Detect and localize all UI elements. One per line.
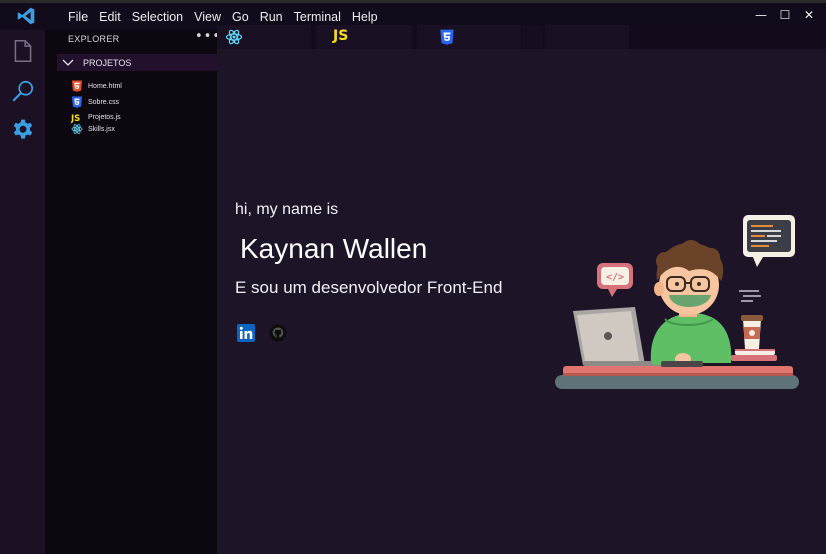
tab-projetos-js[interactable]: JS (316, 25, 412, 49)
css3-icon (72, 96, 82, 108)
tab-empty[interactable] (545, 25, 629, 49)
svg-text:</>: </> (606, 272, 624, 283)
maximize-button[interactable]: ☐ (778, 7, 792, 23)
minimize-button[interactable]: — (754, 7, 768, 23)
menu-go[interactable]: Go (232, 10, 249, 24)
file-item-skills-jsx[interactable]: Skills.jsx (71, 123, 115, 135)
tab-sobre-css[interactable] (417, 25, 521, 49)
menu-file[interactable]: File (68, 10, 88, 24)
react-icon (225, 29, 243, 45)
explorer-sidebar: EXPLORER ••• PROJETOS Home.html Sobre.cs… (45, 29, 220, 554)
developer-name: Kaynan Wallen (240, 233, 428, 264)
vscode-logo-icon (17, 7, 35, 25)
file-item-sobre-css[interactable]: Sobre.css (71, 96, 119, 108)
role-text: E sou um desenvolvedor Front-End (235, 278, 503, 297)
explorer-title: EXPLORER (68, 34, 120, 44)
file-label: Projetos.js (88, 113, 121, 121)
files-icon[interactable] (10, 38, 36, 64)
search-icon[interactable] (10, 78, 36, 104)
file-item-home-html[interactable]: Home.html (71, 80, 122, 92)
settings-gear-icon[interactable] (10, 118, 36, 144)
menu-edit[interactable]: Edit (99, 10, 121, 24)
menu-help[interactable]: Help (352, 10, 378, 24)
react-icon (71, 124, 83, 134)
file-label: Sobre.css (88, 98, 120, 106)
html5-icon (72, 80, 82, 92)
github-icon[interactable] (269, 324, 287, 342)
chevron-down-icon (62, 59, 74, 66)
window-controls: — ☐ ✕ (754, 7, 816, 23)
menu-view[interactable]: View (194, 10, 221, 24)
menu-bar: File Edit Selection View Go Run Terminal… (68, 10, 389, 24)
file-item-projetos-js[interactable]: JS Projetos.js (71, 111, 121, 124)
js-icon: JS (333, 28, 349, 44)
menu-selection[interactable]: Selection (132, 10, 183, 24)
editor-tab-bar: JS (217, 25, 826, 49)
folder-label: PROJETOS (83, 57, 132, 68)
svg-text:JS: JS (71, 114, 80, 123)
file-label: Skills.jsx (88, 125, 115, 133)
developer-illustration: </> (555, 215, 799, 389)
file-label: Home.html (88, 82, 122, 90)
activity-bar (0, 30, 45, 554)
js-icon: JS (71, 114, 80, 123)
linkedin-icon[interactable] (237, 324, 255, 342)
tab-empty[interactable] (523, 25, 543, 49)
menu-run[interactable]: Run (260, 10, 283, 24)
menu-terminal[interactable]: Terminal (294, 10, 341, 24)
tab-skills-jsx[interactable] (217, 25, 311, 49)
greeting-text: hi, my name is (235, 201, 339, 218)
editor-area: hi, my name is Kaynan Wallen E sou um de… (217, 49, 826, 554)
folder-projetos[interactable]: PROJETOS (57, 54, 217, 71)
css3-icon (440, 29, 454, 45)
close-button[interactable]: ✕ (802, 7, 816, 23)
